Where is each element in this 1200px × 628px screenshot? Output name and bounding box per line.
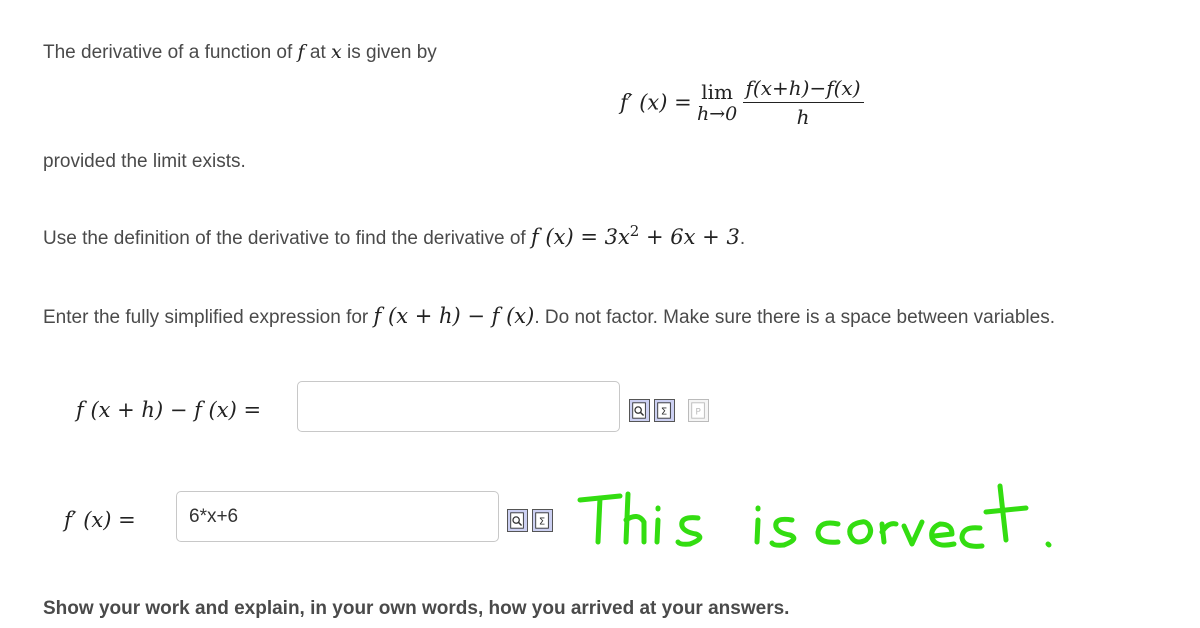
intro-x: x bbox=[331, 41, 342, 63]
work-prompt: Show your work and explain, in your own … bbox=[43, 598, 790, 619]
svg-text:Σ: Σ bbox=[539, 517, 545, 528]
answer1-label: f (x + h) − f (x) = bbox=[76, 398, 262, 422]
instruction-line: Enter the fully simplified expression fo… bbox=[43, 304, 1055, 329]
provided-text: provided the limit exists. bbox=[43, 151, 246, 172]
task-end: . bbox=[739, 228, 746, 249]
handwritten-correct-annotation bbox=[577, 483, 1052, 549]
answer2-label: f′ (x) = bbox=[64, 508, 136, 532]
formula-lhs: f′ (x) = bbox=[620, 90, 692, 115]
derivative-input[interactable] bbox=[176, 491, 499, 542]
limit-subscript: h→0 bbox=[697, 102, 738, 125]
intro-text-2: at bbox=[309, 42, 326, 63]
intro-f: f bbox=[297, 41, 305, 63]
task-expr-tail: + 6x + 3 bbox=[646, 225, 740, 249]
limit-operator: lim h→0 bbox=[697, 81, 737, 125]
intro-text-3: is given by bbox=[347, 42, 437, 63]
pdf-icon[interactable]: P bbox=[688, 399, 709, 422]
preview-icon[interactable] bbox=[629, 399, 650, 422]
svg-text:Σ: Σ bbox=[661, 407, 667, 418]
equation-editor-icon[interactable]: Σ bbox=[654, 399, 675, 422]
derivative-definition-formula: f′ (x) = lim h→0 f(x+h)−f(x) h bbox=[620, 74, 864, 144]
task-exponent: 2 bbox=[629, 222, 640, 240]
limit-word: lim bbox=[701, 79, 733, 104]
instruction-text: Enter the fully simplified expression fo… bbox=[43, 307, 369, 328]
fraction-denominator: h bbox=[796, 105, 810, 129]
task-line: Use the definition of the derivative to … bbox=[43, 222, 745, 250]
task-expr: f (x) = 3x bbox=[530, 225, 630, 249]
difference-quotient: f(x+h)−f(x) h bbox=[742, 74, 864, 131]
task-function: f (x) = 3x2 + 6x + 3 bbox=[530, 222, 740, 249]
equation-editor-icon[interactable]: Σ bbox=[532, 509, 553, 532]
intro-text-1: The derivative of a function of bbox=[43, 42, 293, 63]
preview-icon[interactable] bbox=[507, 509, 528, 532]
instruction-text-2: . Do not factor. Make sure there is a sp… bbox=[534, 307, 1055, 328]
instruction-expr: f (x + h) − f (x) bbox=[373, 304, 535, 328]
svg-text:P: P bbox=[695, 408, 701, 418]
fraction-numerator: f(x+h)−f(x) bbox=[742, 74, 864, 103]
intro-line: The derivative of a function of f at x i… bbox=[43, 41, 437, 64]
difference-input[interactable] bbox=[297, 381, 620, 432]
task-text: Use the definition of the derivative to … bbox=[43, 228, 526, 249]
